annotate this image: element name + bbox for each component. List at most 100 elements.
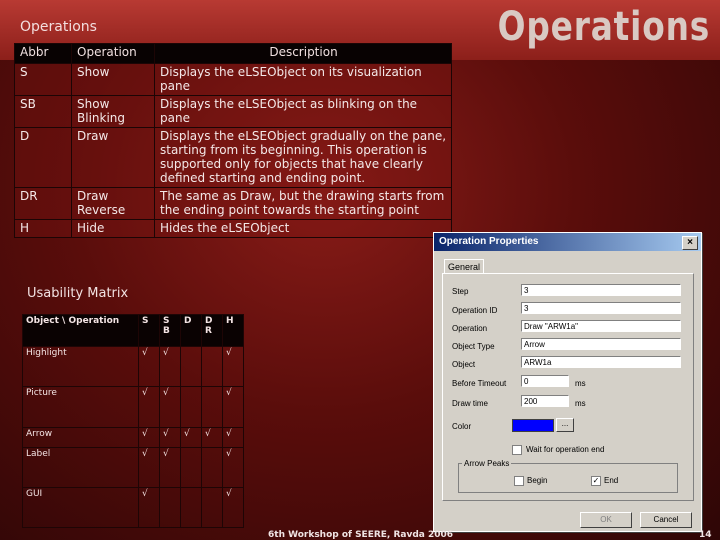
matrix-row: Arrow √ √ √ √ √ [22, 427, 244, 448]
slide-subtitle: Operations [20, 19, 97, 35]
ok-button[interactable]: OK [580, 512, 632, 528]
object-type-field[interactable]: Arrow [521, 338, 681, 350]
matrix-col-h: H [222, 314, 244, 347]
cell-desc: Displays the eLSEObject gradually on the… [154, 127, 452, 188]
before-timeout-field[interactable]: 0 [521, 375, 569, 387]
matrix-object: GUI [22, 487, 139, 528]
matrix-object: Picture [22, 386, 139, 428]
matrix-col-d: D [180, 314, 202, 347]
draw-time-field[interactable]: 200 [521, 395, 569, 407]
matrix-col-s: S [138, 314, 160, 347]
color-swatch[interactable] [512, 419, 554, 432]
matrix-mark: √ [222, 346, 244, 387]
draw-time-unit: ms [575, 399, 586, 408]
cell-op: Show Blinking [71, 95, 155, 128]
before-timeout-label: Before Timeout [452, 379, 507, 388]
operation-properties-dialog: Operation Properties × General Step 3 Op… [433, 232, 702, 532]
cell-op: Draw Reverse [71, 187, 155, 220]
cell-desc: The same as Draw, but the drawing starts… [154, 187, 452, 220]
matrix-mark: √ [222, 427, 244, 448]
usability-matrix: Object \ Operation S S B D D R H Highlig… [22, 314, 244, 528]
cancel-button[interactable]: Cancel [640, 512, 692, 528]
draw-time-label: Draw time [452, 399, 489, 408]
col-description: Description [154, 43, 452, 64]
dialog-titlebar[interactable]: Operation Properties × [434, 233, 701, 251]
matrix-mark: √ [138, 487, 160, 528]
cell-abbr: S [14, 63, 72, 96]
matrix-mark: √ [222, 487, 244, 528]
operation-field[interactable]: Draw "ARW1a" [521, 320, 681, 332]
cell-op: Hide [71, 219, 155, 238]
matrix-mark: √ [159, 447, 181, 488]
matrix-mark [201, 346, 223, 387]
matrix-mark [180, 447, 202, 488]
check-icon: ✓ [592, 476, 600, 485]
color-picker-button[interactable]: ... [556, 418, 574, 432]
matrix-mark [180, 386, 202, 428]
cell-abbr: H [14, 219, 72, 238]
operation-id-label: Operation ID [452, 306, 498, 315]
matrix-mark: √ [138, 427, 160, 448]
end-label: End [604, 476, 619, 485]
step-field[interactable]: 3 [521, 284, 681, 296]
matrix-header-row: Object \ Operation S S B D D R H [22, 314, 244, 347]
matrix-row: GUI √ √ [22, 487, 244, 528]
color-label: Color [452, 422, 472, 431]
matrix-mark: √ [138, 346, 160, 387]
table-row: DR Draw Reverse The same as Draw, but th… [14, 187, 452, 220]
matrix-mark [159, 487, 181, 528]
table-row: H Hide Hides the eLSEObject [14, 219, 452, 238]
slide-footer: 6th Workshop of SEERE, Ravda 2006 [268, 530, 454, 540]
matrix-mark: √ [138, 447, 160, 488]
matrix-mark: √ [222, 447, 244, 488]
matrix-mark: √ [222, 386, 244, 428]
matrix-col-object: Object \ Operation [22, 314, 139, 347]
matrix-mark [180, 346, 202, 387]
operation-id-field[interactable]: 3 [521, 302, 681, 314]
cell-op: Draw [71, 127, 155, 188]
cell-desc: Hides the eLSEObject [154, 219, 452, 238]
operations-table: Abbr Operation Description S Show Displa… [14, 43, 452, 238]
matrix-object: Highlight [22, 346, 139, 387]
matrix-row: Picture √ √ √ [22, 386, 244, 428]
col-abbr: Abbr [14, 43, 72, 64]
object-field[interactable]: ARW1a [521, 356, 681, 368]
cell-desc: Displays the eLSEObject as blinking on t… [154, 95, 452, 128]
matrix-object: Arrow [22, 427, 139, 448]
matrix-row: Label √ √ √ [22, 447, 244, 488]
matrix-object: Label [22, 447, 139, 488]
close-button[interactable]: × [682, 236, 698, 250]
matrix-mark: √ [138, 386, 160, 428]
matrix-mark: √ [159, 427, 181, 448]
cell-abbr: SB [14, 95, 72, 128]
begin-checkbox[interactable] [514, 476, 524, 486]
matrix-col-dr: D R [201, 314, 223, 347]
slide-title: Operations [497, 4, 710, 50]
begin-label: Begin [527, 476, 548, 485]
matrix-mark: √ [159, 386, 181, 428]
arrow-peaks-label: Arrow Peaks [462, 459, 512, 468]
before-timeout-unit: ms [575, 379, 586, 388]
table-row: D Draw Displays the eLSEObject gradually… [14, 127, 452, 188]
table-header-row: Abbr Operation Description [14, 43, 452, 64]
wait-checkbox[interactable] [512, 445, 522, 455]
matrix-mark: √ [159, 346, 181, 387]
cell-abbr: DR [14, 187, 72, 220]
step-label: Step [452, 287, 469, 296]
dialog-title: Operation Properties [439, 236, 539, 247]
end-checkbox[interactable]: ✓ [591, 476, 601, 486]
cell-desc: Displays the eLSEObject on its visualiza… [154, 63, 452, 96]
matrix-mark: √ [201, 427, 223, 448]
matrix-mark [201, 487, 223, 528]
tab-general[interactable]: General [444, 259, 484, 274]
cell-op: Show [71, 63, 155, 96]
object-label: Object [452, 360, 476, 369]
matrix-mark: √ [180, 427, 202, 448]
cell-abbr: D [14, 127, 72, 188]
matrix-row: Highlight √ √ √ [22, 346, 244, 387]
matrix-mark [180, 487, 202, 528]
col-operation: Operation [71, 43, 155, 64]
operation-label: Operation [452, 324, 488, 333]
table-row: SB Show Blinking Displays the eLSEObject… [14, 95, 452, 128]
wait-label: Wait for operation end [526, 445, 605, 454]
